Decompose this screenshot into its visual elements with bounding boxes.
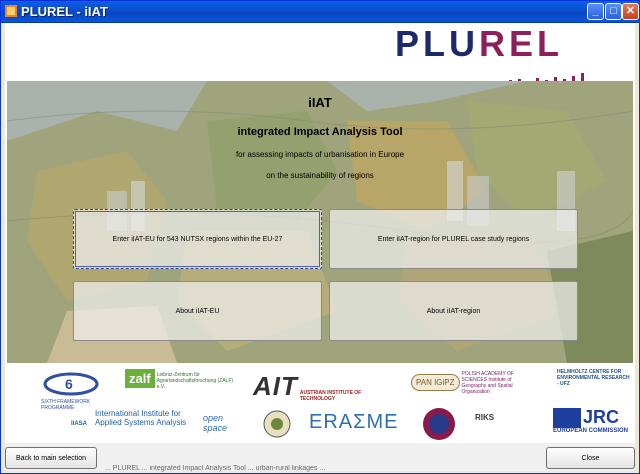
erasme-logo: ERAΣME	[309, 411, 399, 433]
riks-logo: RIKS	[475, 413, 495, 422]
about-iiat-region-button[interactable]: About iIAT-region	[329, 281, 578, 341]
enter-iiat-region-button[interactable]: Enter iIAT-region for PLUREL case study …	[329, 209, 578, 269]
helmholtz-logo: HELMHOLTZ CENTRE FOR ENVIRONMENTAL RESEA…	[557, 369, 630, 387]
jrc-logo: JRC EUROPEAN COMMISSION	[553, 407, 629, 434]
fp6-logo: 6 SIXTH FRAMEWORK PROGRAMME	[41, 371, 107, 411]
svg-text:6: 6	[65, 376, 73, 392]
about-iiat-eu-button[interactable]: About iIAT-EU	[73, 281, 322, 341]
pan-igipz-logo: PAN IGiPZ POLISH ACADEMY OF SCIENCES Ins…	[411, 371, 551, 395]
partner-logos: 6 SIXTH FRAMEWORK PROGRAMME zalf Leibniz…	[7, 365, 633, 443]
app-icon	[5, 5, 17, 17]
close-button[interactable]: Close	[546, 447, 635, 469]
description-line-2: on the sustainability of regions	[266, 171, 374, 180]
title-block: iIAT integrated Impact Analysis Tool for…	[7, 91, 633, 180]
plurel-logo: PLUREL	[395, 23, 563, 64]
openspace-logo: open space	[203, 413, 228, 433]
window-title: PLUREL - iIAT	[21, 4, 108, 19]
ait-logo: AIT AUSTRIAN INSTITUTE OF TECHNOLOGY	[253, 371, 362, 402]
iiasa-logo: IIASA International Institute for Applie…	[71, 409, 187, 427]
partner-emblem-logo	[261, 409, 301, 441]
logo-header: PLUREL	[5, 23, 635, 85]
main-panel: PLUREL iIAT integrated Impact Analysis T…	[5, 23, 635, 472]
minimize-button[interactable]: _	[587, 3, 604, 20]
close-window-button[interactable]: ✕	[622, 3, 639, 20]
app-window: PLUREL - iIAT _ □ ✕ PLUREL iIAT integrat…	[0, 0, 640, 474]
description-line-1: for assessing impacts of urbanisation in…	[235, 150, 405, 159]
back-to-main-button[interactable]: Back to main selection	[5, 447, 97, 469]
title-bar[interactable]: PLUREL - iIAT _ □ ✕	[1, 1, 639, 23]
scrolling-ticker: ... PLUREL ... integrated Impact Analysi…	[105, 465, 326, 472]
maximize-button[interactable]: □	[605, 3, 622, 20]
university-crest-logo	[421, 407, 467, 443]
bottom-bar: Back to main selection ... PLUREL ... in…	[5, 443, 635, 472]
enter-iiat-eu-button[interactable]: Enter iIAT-EU for 543 NUTSX regions with…	[73, 209, 322, 269]
app-title: iIAT	[308, 95, 332, 110]
app-subtitle: integrated Impact Analysis Tool	[237, 126, 403, 138]
zalf-logo: zalf Leibniz-Zentrum für Agrarlandschaft…	[125, 369, 245, 390]
europe-map-background: iIAT integrated Impact Analysis Tool for…	[7, 81, 633, 363]
